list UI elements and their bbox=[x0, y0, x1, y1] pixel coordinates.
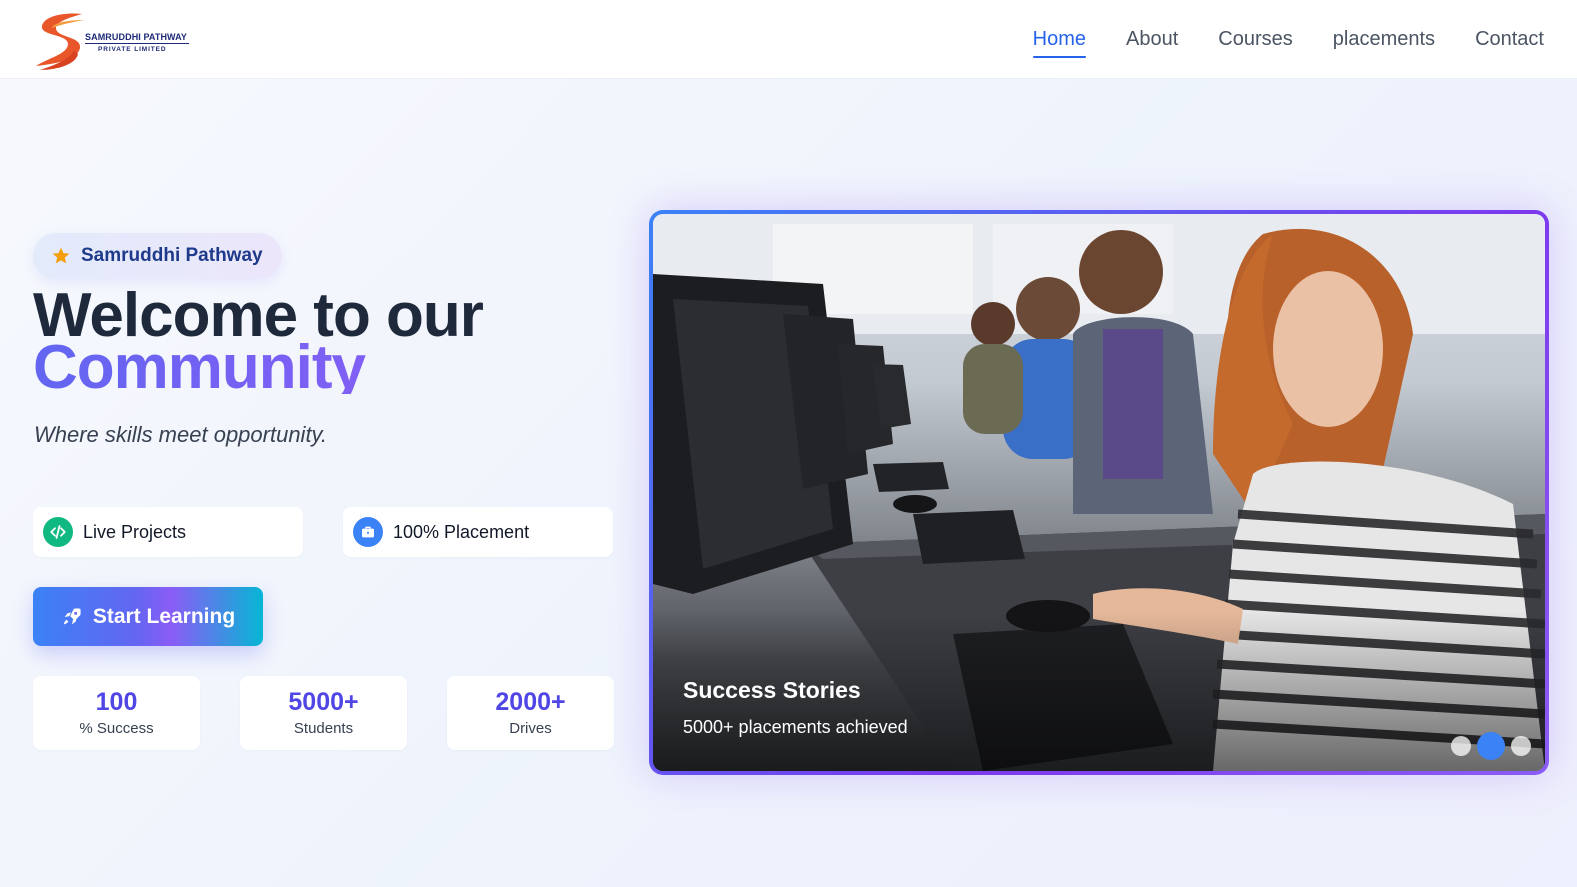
stat-value: 2000+ bbox=[495, 688, 566, 716]
nav-home[interactable]: Home bbox=[1032, 26, 1087, 58]
briefcase-icon bbox=[353, 517, 383, 547]
feature-label: 100% Placement bbox=[393, 521, 530, 542]
cta-label: Start Learning bbox=[92, 604, 236, 628]
brand-subname: PRIVATE LIMITED bbox=[98, 46, 167, 53]
feature-placement: 100% Placement bbox=[343, 507, 613, 557]
slide-title: Success Stories bbox=[683, 677, 861, 703]
carousel-dot-1[interactable] bbox=[1451, 736, 1471, 756]
main-nav: Home About Courses placements Contact bbox=[1032, 26, 1544, 58]
nav-about[interactable]: About bbox=[1126, 26, 1178, 58]
stat-label: Students bbox=[293, 720, 354, 737]
start-learning-button[interactable]: Start Learning bbox=[33, 587, 263, 646]
hero-title: Welcome to our Community bbox=[33, 285, 484, 399]
nav-placements[interactable]: placements bbox=[1333, 26, 1435, 58]
logo-divider bbox=[85, 43, 189, 44]
navbar: SAMRUDDHI PATHWAY PRIVATE LIMITED Home A… bbox=[0, 0, 1577, 79]
nav-courses[interactable]: Courses bbox=[1218, 26, 1292, 58]
stat-drives: 2000+ Drives bbox=[447, 676, 614, 750]
hero-carousel: Success Stories 5000+ placements achieve… bbox=[649, 210, 1549, 775]
stat-value: 100 bbox=[95, 688, 138, 716]
code-icon bbox=[43, 517, 73, 547]
badge-label: Samruddhi Pathway bbox=[81, 245, 263, 266]
stat-success: 100 % Success bbox=[33, 676, 200, 750]
stat-value: 5000+ bbox=[288, 688, 359, 716]
stat-label: % Success bbox=[79, 720, 154, 737]
slide-caption: 5000+ placements achieved bbox=[683, 717, 908, 737]
nav-contact[interactable]: Contact bbox=[1475, 26, 1544, 58]
star-icon bbox=[52, 247, 70, 264]
stat-label: Drives bbox=[509, 720, 552, 737]
brand-logo[interactable]: SAMRUDDHI PATHWAY PRIVATE LIMITED bbox=[34, 10, 194, 70]
carousel-dots bbox=[1451, 732, 1531, 760]
stat-students: 5000+ Students bbox=[240, 676, 407, 750]
hero-subtitle: Where skills meet opportunity. bbox=[34, 422, 328, 447]
carousel-dot-2[interactable] bbox=[1477, 732, 1505, 760]
hero-badge: Samruddhi Pathway bbox=[33, 233, 282, 279]
feature-label: Live Projects bbox=[83, 521, 187, 542]
brand-name: SAMRUDDHI PATHWAY bbox=[85, 32, 188, 42]
rocket-icon bbox=[63, 607, 81, 624]
feature-live-projects: Live Projects bbox=[33, 507, 303, 557]
carousel-dot-3[interactable] bbox=[1511, 736, 1531, 756]
carousel-slide: Success Stories 5000+ placements achieve… bbox=[653, 214, 1545, 771]
